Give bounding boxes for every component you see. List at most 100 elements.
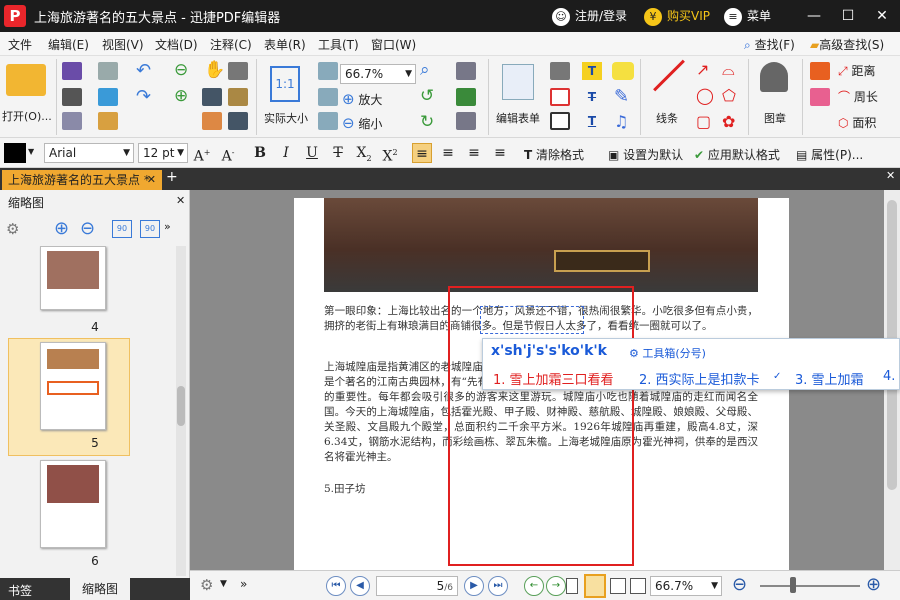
apply-default-button[interactable]: ✔ 应用默认格式 <box>694 146 780 163</box>
color-swatch[interactable] <box>4 143 26 163</box>
highlight-text-icon[interactable]: T <box>582 62 602 80</box>
history-back-button[interactable]: ← <box>524 576 544 596</box>
zoom-slider-handle[interactable] <box>790 577 796 593</box>
gear-icon[interactable]: ⚙ <box>200 576 213 594</box>
zoom-select[interactable]: 66.7% ▼ <box>340 64 416 84</box>
underline-button[interactable]: U <box>302 143 322 163</box>
strikeout-icon[interactable]: T <box>582 88 602 106</box>
attach-icon[interactable]: ✎ <box>614 86 629 107</box>
note-icon[interactable] <box>612 62 634 80</box>
more-icon[interactable]: » <box>164 220 171 233</box>
subscript-button[interactable]: X2 <box>354 143 374 163</box>
rotate-thumb-left-icon[interactable]: 90 <box>112 220 132 238</box>
ime-candidate-1[interactable]: 1. 雪上加霜三口看看 <box>493 369 614 388</box>
text-field-icon[interactable] <box>550 112 570 130</box>
edit-form-button[interactable]: 编辑表单 <box>496 110 540 126</box>
menu-view[interactable]: 视图(V) <box>102 36 144 53</box>
arrow-icon[interactable]: ↗ <box>696 60 709 79</box>
select-text-icon[interactable] <box>202 88 222 106</box>
text-box-icon[interactable] <box>550 62 570 80</box>
grow-font-button[interactable]: A+ <box>192 143 212 165</box>
buy-vip-button[interactable]: ¥ 购买VIP <box>644 7 710 26</box>
rectangle-icon[interactable]: ▢ <box>696 112 711 131</box>
ellipse-icon[interactable]: ◯ <box>696 86 714 105</box>
zoom-in-thumb-icon[interactable]: ⊕ <box>54 218 69 239</box>
typewriter-icon[interactable] <box>550 88 570 106</box>
advanced-find-button[interactable]: ▰高级查找(S) <box>810 36 884 53</box>
distance-button[interactable]: ⤢ 距离 <box>838 62 875 79</box>
ime-candidate-3[interactable]: 3. 雪上加霜 <box>795 369 864 388</box>
thumbnail-page-4[interactable] <box>40 246 106 310</box>
menu-tools[interactable]: 工具(T) <box>318 36 359 53</box>
menu-comment[interactable]: 注释(C) <box>210 36 252 53</box>
last-page-button[interactable]: ⏭ <box>488 576 508 596</box>
maximize-button[interactable]: ☐ <box>834 4 862 28</box>
close-tab-icon[interactable]: ✕ <box>147 170 156 190</box>
find-button[interactable]: ⌕ 查找(F) <box>744 36 795 53</box>
chevron-down-icon[interactable]: ▼ <box>220 579 227 589</box>
back-icon[interactable]: ⊖ <box>174 60 188 80</box>
status-zoom-select[interactable]: 66.7% ▼ <box>650 576 722 596</box>
close-button[interactable]: ✕ <box>868 4 896 28</box>
align-left-button[interactable]: ≡ <box>412 143 432 163</box>
zoom-in-button[interactable]: ⊕ 放大 <box>342 90 382 108</box>
superscript-button[interactable]: X2 <box>380 143 400 165</box>
chevron-down-icon[interactable]: ▼ <box>28 147 34 156</box>
menu-document[interactable]: 文档(D) <box>155 36 198 53</box>
new-tab-icon[interactable]: + <box>166 169 178 185</box>
camera-icon[interactable] <box>228 62 248 80</box>
zoom-out-button[interactable]: ⊖ 缩小 <box>342 114 382 132</box>
stamp-button[interactable]: 图章 <box>764 110 786 126</box>
font-select[interactable]: Arial ▼ <box>44 143 134 163</box>
italic-button[interactable]: I <box>276 143 296 163</box>
prev-page-button[interactable]: ◀ <box>350 576 370 596</box>
first-page-button[interactable]: ⏮ <box>326 576 346 596</box>
scroll-thumb[interactable] <box>177 386 185 426</box>
open-button[interactable]: 打开(O)... <box>2 108 52 124</box>
sound-icon[interactable]: ♫ <box>614 112 628 131</box>
form-text-icon[interactable] <box>456 112 476 130</box>
facing-page-icon[interactable] <box>610 578 626 594</box>
ime-candidate-4[interactable]: 4. <box>883 369 895 384</box>
strike-button[interactable]: T <box>328 143 348 163</box>
thumb-scrollbar[interactable] <box>176 246 186 576</box>
zoom-in-icon[interactable]: ⊕ <box>866 574 881 595</box>
login-button[interactable]: ☺ 注册/登录 <box>552 7 627 26</box>
perimeter-button[interactable]: ⌒ 周长 <box>838 88 878 105</box>
image-icon[interactable] <box>228 88 248 106</box>
fit-page-icon[interactable] <box>318 62 338 80</box>
zoom-tool-icon[interactable]: ⌕ <box>420 60 430 80</box>
close-all-icon[interactable]: ✕ <box>886 169 895 182</box>
page-number-input[interactable]: 5/6 <box>376 576 458 596</box>
form-select-icon[interactable] <box>456 62 476 80</box>
rotate-right-icon[interactable]: ↻ <box>420 112 434 132</box>
save-icon[interactable] <box>62 62 82 80</box>
fit-width-icon[interactable] <box>318 88 338 106</box>
ime-toolbox[interactable]: ⚙ 工具箱(分号) <box>629 345 706 361</box>
form-image-icon[interactable] <box>456 88 476 106</box>
bold-button[interactable]: B <box>250 143 270 163</box>
zoom-out-icon[interactable]: ⊖ <box>732 574 747 595</box>
close-panel-icon[interactable]: ✕ <box>176 194 185 207</box>
continuous-page-icon[interactable] <box>584 574 606 598</box>
menu-edit[interactable]: 编辑(E) <box>48 36 89 53</box>
align-right-button[interactable]: ≡ <box>464 143 484 163</box>
snapshot-icon[interactable] <box>202 112 222 130</box>
undo-icon[interactable]: ↶ <box>136 60 151 81</box>
ime-candidate-2[interactable]: 2. 西实际上是扣款卡 <box>639 369 760 388</box>
polygon-icon[interactable]: ⬠ <box>722 86 736 105</box>
shrink-font-button[interactable]: A- <box>218 143 238 165</box>
font-size-select[interactable]: 12 pt ▼ <box>138 143 188 163</box>
print-icon[interactable] <box>62 88 82 106</box>
continuous-facing-icon[interactable] <box>630 578 646 594</box>
tab-bookmarks[interactable]: 书签 <box>8 582 32 599</box>
tab-document[interactable]: 上海旅游著名的五大景点 * ✕ <box>2 170 162 190</box>
gear-icon[interactable]: ⚙ <box>6 220 19 238</box>
polyline-icon[interactable]: ⌓ <box>722 60 735 80</box>
zoom-out-thumb-icon[interactable]: ⊖ <box>80 218 95 239</box>
lines-button[interactable]: 线条 <box>656 110 678 126</box>
thumbnail-page-6[interactable] <box>40 460 106 548</box>
fit-visible-icon[interactable] <box>318 112 338 130</box>
menu-button[interactable]: ≡ 菜单 <box>724 7 771 26</box>
redo-icon[interactable]: ↷ <box>136 86 151 107</box>
